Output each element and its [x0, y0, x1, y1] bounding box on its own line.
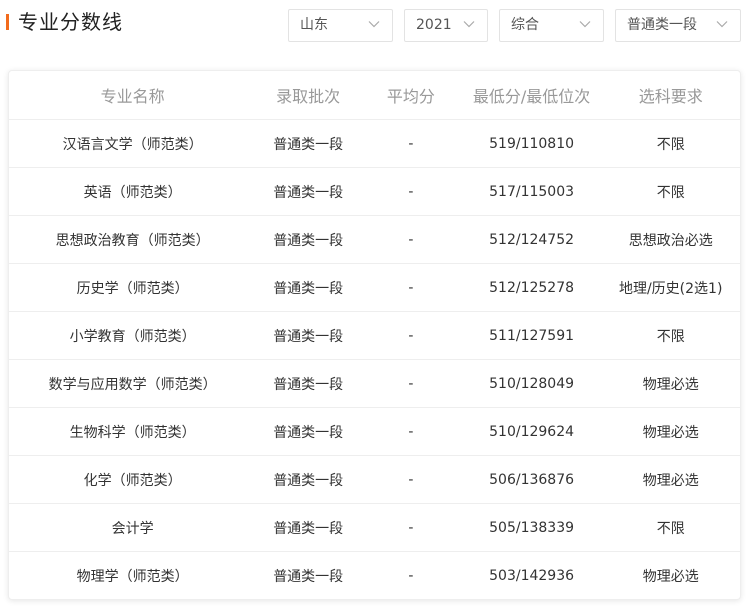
min-score-cell: 506/136876	[489, 471, 575, 488]
requirement-cell: 不限	[656, 520, 685, 537]
batch-cell: 普通类一段	[273, 472, 344, 489]
table-row: 汉语言文学（师范类） 普通类一段 - 519/110810 不限	[9, 120, 740, 168]
min-score-cell: 503/142936	[489, 568, 575, 584]
page-title: 专业分数线	[18, 10, 123, 34]
column-header-requirement: 选科要求	[638, 87, 703, 106]
major-cell: 汉语言文学（师范类）	[62, 136, 203, 153]
requirement-cell: 物理必选	[642, 376, 699, 393]
batch-cell: 普通类一段	[273, 280, 344, 297]
page-header: 专业分数线 山东 2021 综合 普通类一段	[0, 0, 751, 50]
batch-select[interactable]: 普通类一段	[615, 9, 741, 42]
min-score-cell: 512/124752	[489, 231, 575, 248]
average-cell: -	[408, 231, 414, 248]
major-cell: 物理学（师范类）	[76, 569, 189, 585]
chevron-down-icon	[368, 18, 380, 30]
average-cell: -	[408, 327, 414, 344]
year-select-value: 2021	[416, 17, 452, 33]
batch-cell: 普通类一段	[273, 136, 344, 153]
title-accent-bar	[6, 14, 9, 30]
min-score-cell: 519/110810	[489, 135, 575, 152]
table-row: 思想政治教育（师范类） 普通类一段 - 512/124752 思想政治必选	[9, 216, 740, 264]
average-cell: -	[408, 423, 414, 440]
min-score-cell: 511/127591	[489, 327, 575, 344]
province-select[interactable]: 山东	[288, 9, 393, 42]
requirement-cell: 不限	[656, 184, 685, 201]
table-row: 会计学 普通类一段 - 505/138339 不限	[9, 504, 740, 552]
major-cell: 会计学	[111, 520, 154, 537]
score-table: 专业名称 录取批次 平均分 最低分/最低位次 选科要求 汉语言文学（师范类） 普通…	[8, 70, 741, 600]
column-header-min-score: 最低分/最低位次	[472, 87, 591, 106]
requirement-cell: 思想政治必选	[628, 232, 713, 249]
table-header-row: 专业名称 录取批次 平均分 最低分/最低位次 选科要求	[9, 71, 740, 120]
batch-cell: 普通类一段	[273, 232, 344, 249]
min-score-cell: 510/129624	[489, 423, 575, 440]
filter-bar: 山东 2021 综合 普通类一段	[277, 9, 741, 42]
requirement-cell: 物理必选	[642, 424, 699, 441]
average-cell: -	[408, 519, 414, 536]
column-header-major: 专业名称	[100, 87, 165, 106]
requirement-cell: 地理/历史(2选1)	[618, 280, 723, 297]
table-body: 汉语言文学（师范类） 普通类一段 -519/110810 不限 英语（师范类） 普通类一段…	[9, 120, 740, 599]
min-score-cell: 510/128049	[489, 375, 575, 392]
year-select[interactable]: 2021	[404, 9, 488, 42]
batch-cell: 普通类一段	[273, 424, 344, 441]
batch-cell: 普通类一段	[273, 328, 344, 345]
requirement-cell: 不限	[656, 328, 685, 345]
table-row: 历史学（师范类） 普通类一段 - 512/125278 地理/历史(2选1)	[9, 264, 740, 312]
table-row: 物理学（师范类） 普通类一段 - 503/142936 物理必选	[9, 552, 740, 599]
batch-cell: 普通类一段	[273, 520, 344, 537]
average-cell: -	[408, 279, 414, 296]
table-row: 英语（师范类） 普通类一段 - 517/115003 不限	[9, 168, 740, 216]
average-cell: -	[408, 135, 414, 152]
major-cell: 英语（师范类）	[83, 184, 182, 201]
major-cell: 思想政治教育（师范类）	[55, 232, 210, 249]
requirement-cell: 不限	[656, 136, 685, 153]
major-cell: 化学（师范类）	[83, 472, 182, 489]
min-score-cell: 505/138339	[489, 519, 575, 536]
subject-type-select-value: 综合	[511, 17, 539, 33]
batch-cell: 普通类一段	[273, 569, 344, 585]
average-cell: -	[408, 183, 414, 200]
min-score-cell: 512/125278	[489, 279, 575, 296]
average-cell: -	[408, 375, 414, 392]
major-cell: 历史学（师范类）	[76, 280, 189, 297]
batch-select-value: 普通类一段	[627, 17, 697, 33]
average-cell: -	[408, 471, 414, 488]
major-cell: 数学与应用数学（师范类）	[48, 376, 217, 393]
major-cell: 生物科学（师范类）	[69, 424, 196, 441]
column-header-batch: 录取批次	[276, 87, 341, 106]
major-cell: 小学教育（师范类）	[69, 328, 196, 345]
chevron-down-icon	[463, 18, 475, 30]
province-select-value: 山东	[300, 17, 328, 33]
chevron-down-icon	[579, 18, 591, 30]
table-row: 生物科学（师范类） 普通类一段 - 510/129624 物理必选	[9, 408, 740, 456]
batch-cell: 普通类一段	[273, 376, 344, 393]
chevron-down-icon	[716, 18, 728, 30]
min-score-cell: 517/115003	[489, 183, 575, 200]
requirement-cell: 物理必选	[642, 569, 699, 585]
table-row: 数学与应用数学（师范类） 普通类一段 - 510/128049 物理必选	[9, 360, 740, 408]
column-header-average: 平均分	[386, 87, 435, 106]
table-row: 小学教育（师范类） 普通类一段 - 511/127591 不限	[9, 312, 740, 360]
requirement-cell: 物理必选	[642, 472, 699, 489]
table-row: 化学（师范类） 普通类一段 - 506/136876 物理必选	[9, 456, 740, 504]
batch-cell: 普通类一段	[273, 184, 344, 201]
average-cell: -	[408, 568, 414, 584]
subject-type-select[interactable]: 综合	[499, 9, 604, 42]
